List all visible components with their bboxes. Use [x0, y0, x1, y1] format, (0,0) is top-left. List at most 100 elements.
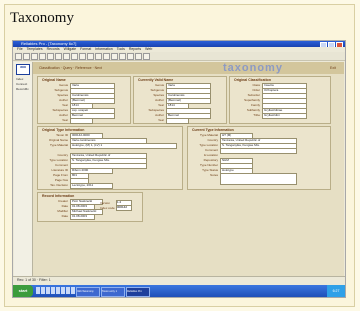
field-label: Species	[57, 93, 68, 97]
navigation-pane: *** Index Connect Recordfix	[14, 62, 33, 276]
nav-selected-form[interactable]: ***	[16, 64, 30, 75]
field-label: Subgenus	[150, 88, 164, 92]
panel-original-name: Original Name Genus Varia Subgenus Specie…	[37, 76, 131, 124]
panel-title: Original Classification	[234, 78, 271, 82]
tribe-field[interactable]: Gryllacridini	[262, 113, 307, 119]
caption: Taxonomy	[10, 10, 74, 26]
taskbar-item[interactable]: Taxon entry 1	[101, 287, 125, 297]
record-navigator[interactable]: Rec: 1 of 30 · Filter: 1	[17, 278, 51, 282]
index-code-field[interactable]: 000142	[116, 205, 132, 211]
clock: 6:27	[327, 285, 345, 297]
panel-record-info: Record Information Creator Piotr Naskreck…	[37, 192, 143, 222]
modified-date-field[interactable]: 01.08.2003	[70, 214, 95, 220]
field-label: Superfamily	[244, 98, 260, 102]
taxonomy-form: Classification · Query · Reference · Nex…	[33, 62, 344, 276]
cut-icon[interactable]	[47, 52, 54, 60]
quicklaunch-icon[interactable]	[71, 287, 75, 294]
filter-icon[interactable]	[87, 52, 94, 60]
field-label: & Location	[203, 153, 218, 157]
field-label: Author	[59, 113, 68, 117]
field-label: Date	[61, 214, 68, 218]
paste-icon[interactable]	[63, 52, 70, 60]
field-label: Subgenus	[54, 88, 68, 92]
quicklaunch-icon[interactable]	[36, 287, 40, 294]
taskbar-item-active[interactable]: Reliables Pro	[126, 287, 150, 297]
year-field[interactable]	[166, 118, 189, 124]
field-label: Year	[61, 118, 68, 122]
first-record-icon[interactable]	[103, 52, 110, 60]
panel-current-name: Currently Valid Name Genus Varia Subgenus…	[133, 76, 227, 124]
tax-decision-field[interactable]: Lectotype, 2011	[70, 183, 113, 189]
field-label: Country	[57, 153, 68, 157]
field-label: Tribe	[253, 113, 260, 117]
exit-button[interactable]: Exit	[330, 66, 336, 70]
notes-field[interactable]	[220, 173, 297, 185]
toolbar	[13, 52, 345, 61]
field-label: Type Location	[49, 158, 68, 162]
form-tabs[interactable]: Classification · Query · Reference · Nex…	[39, 66, 102, 70]
new-icon[interactable]	[15, 52, 22, 60]
quicklaunch-icon[interactable]	[51, 287, 55, 294]
field-label: Page Nos	[54, 178, 68, 182]
panel-title: Original Name	[42, 78, 66, 82]
start-button[interactable]: start	[13, 285, 33, 297]
field-label: Order	[252, 88, 260, 92]
sort-icon[interactable]	[79, 52, 86, 60]
field-label: Modifier	[57, 209, 68, 213]
form-heading: taxonomy	[223, 62, 283, 74]
field-label: Comment	[204, 148, 218, 152]
field-label: Type Material	[199, 133, 218, 137]
help-icon[interactable]	[143, 52, 150, 60]
taskbar-item[interactable]: IGD-Taxonomy	[76, 287, 100, 297]
field-label: Subspecies	[52, 108, 68, 112]
field-label: Type Location	[199, 143, 218, 147]
copy-icon[interactable]	[55, 52, 62, 60]
field-label: Taxon ID	[56, 133, 68, 137]
panel-classification: Original Classification Class Insecta Ord…	[229, 76, 331, 124]
field-label: Species	[153, 93, 164, 97]
print-icon[interactable]	[39, 52, 46, 60]
field-label: Country	[207, 138, 218, 142]
quicklaunch-icon[interactable]	[66, 287, 70, 294]
panel-current-type: Current Type Information Type Material HT…	[187, 126, 331, 190]
nav-item-connect[interactable]: Connect	[16, 82, 30, 86]
year-field[interactable]	[70, 118, 93, 124]
nav-item-index[interactable]: Index	[16, 77, 30, 81]
form-header: Classification · Query · Reference · Nex…	[33, 62, 344, 74]
field-label: Repository	[203, 158, 218, 162]
taskbar: start IGD-Taxonomy Taxon entry 1 Reliabl…	[13, 285, 345, 297]
nav-item-recordfix[interactable]: Recordfix	[16, 87, 30, 91]
index-code-label: Index code	[100, 206, 115, 210]
find-icon[interactable]	[95, 52, 102, 60]
quicklaunch-icon[interactable]	[41, 287, 45, 294]
field-label: Original Name	[48, 138, 68, 142]
panel-title: Current Type Information	[192, 128, 234, 132]
field-label: Subfamily	[246, 108, 260, 112]
field-label: Genus	[155, 83, 164, 87]
next-record-icon[interactable]	[119, 52, 126, 60]
field-label: Family	[251, 103, 260, 107]
field-label: Year	[157, 118, 164, 122]
field-label: Page From	[53, 173, 68, 177]
field-label: Year	[61, 103, 68, 107]
quicklaunch-icon[interactable]	[46, 287, 50, 294]
panel-original-type: Original Type Information Taxon ID 000142…	[37, 126, 183, 190]
field-label: Literature ID	[51, 168, 68, 172]
field-label: Creator	[57, 199, 68, 203]
undo-icon[interactable]	[71, 52, 78, 60]
open-icon[interactable]	[23, 52, 30, 60]
quicklaunch-icon[interactable]	[56, 287, 60, 294]
panel-title: Original Type Information	[42, 128, 85, 132]
field-label: Notes	[210, 173, 218, 177]
save-icon[interactable]	[31, 52, 38, 60]
field-label: Type Status	[202, 168, 218, 172]
version-label: Version	[100, 201, 111, 205]
field-label: Tax. Decision	[50, 183, 68, 187]
prev-record-icon[interactable]	[111, 52, 118, 60]
field-label: Genus	[59, 83, 68, 87]
field-label: Suborder	[247, 93, 260, 97]
delete-icon[interactable]	[135, 52, 142, 60]
field-label: Author	[155, 113, 164, 117]
last-record-icon[interactable]	[127, 52, 134, 60]
quicklaunch-icon[interactable]	[61, 287, 65, 294]
